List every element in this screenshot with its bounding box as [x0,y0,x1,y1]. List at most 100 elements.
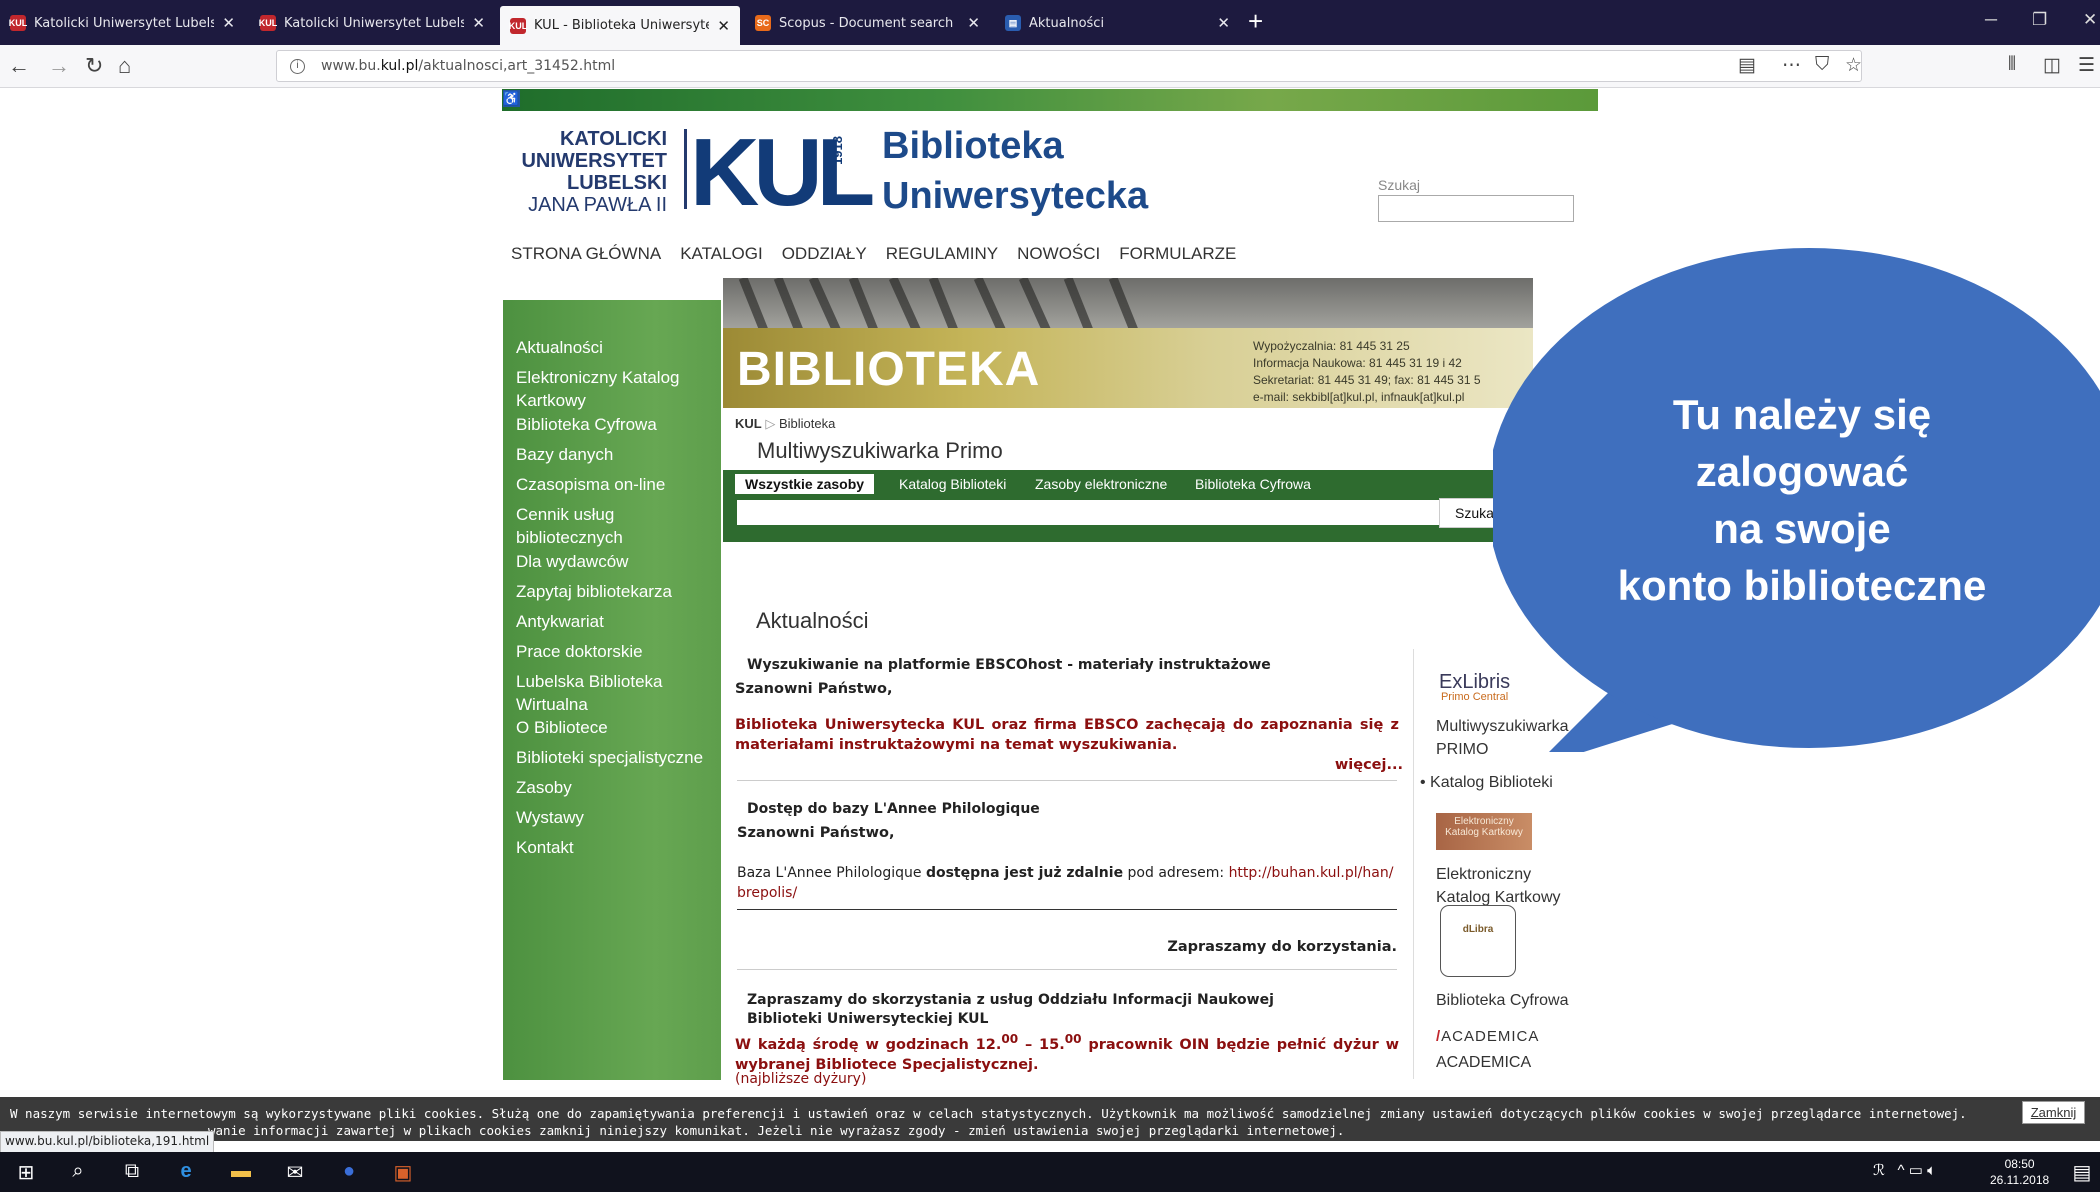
sidebar-item-card-catalog[interactable]: Elektroniczny Katalog Kartkowy [516,366,716,412]
close-tab-icon[interactable]: ✕ [472,14,485,32]
url-prefix: www.bu. [321,58,381,74]
search-label: Szukaj [1378,177,1421,193]
sidebar-item-databases[interactable]: Bazy danych [516,443,716,466]
close-tab-icon[interactable]: ✕ [967,14,980,32]
card-catalog-link[interactable]: Elektroniczny Katalog Kartkowy [1436,863,1573,909]
menu-item-news[interactable]: NOWOŚCI [1017,244,1100,264]
page-actions-icon[interactable]: ⋯ [1782,54,1801,77]
windows-start-icon[interactable]: ⊞ [14,1160,38,1184]
edge-icon[interactable]: e [174,1160,198,1184]
browser-tab[interactable]: ▤ Aktualności ✕ [995,8,1240,38]
menu-icon[interactable]: ☰ [2078,54,2095,77]
network-icon[interactable]: ▭ [1909,1162,1923,1179]
scopus-favicon-icon: SC [755,15,771,31]
search-icon[interactable]: ⌕ [66,1160,90,1184]
sidebar-item-publishers[interactable]: Dla wydawców [516,550,716,573]
reload-icon[interactable]: ↻ [85,53,103,79]
contact-info: Wypożyczalnia: 81 445 31 25 Informacja N… [1253,338,1481,406]
menu-item-forms[interactable]: FORMULARZE [1119,244,1236,264]
academica-link[interactable]: ACADEMICA [1436,1051,1531,1074]
mail-icon[interactable]: ✉ [283,1160,307,1184]
menu-item-branches[interactable]: ODDZIAŁY [782,244,867,264]
sidebar-item-pricing[interactable]: Cennik usług bibliotecznych [516,503,716,549]
primo-tab-digital[interactable]: Biblioteka Cyfrowa [1195,476,1311,492]
tray-chevron-icon[interactable]: ^ [1897,1162,1904,1179]
firefox-icon[interactable]: ● [337,1160,361,1184]
close-window-icon[interactable]: ✕ [2083,10,2097,30]
volume-icon[interactable]: 🔈︎ [1927,1162,1936,1179]
sidebar-item-specialist-libraries[interactable]: Biblioteki specjalistyczne [516,746,716,769]
windows-taskbar: ⊞ ⌕ ⧉ e ▬ ✉ ● ▣ ℛ ^ ▭ 🔈︎ 08:50 26.11.201… [0,1152,2100,1192]
home-icon[interactable]: ⌂ [118,53,131,79]
sidebar-item-journals[interactable]: Czasopisma on-line [516,473,716,496]
university-logo-text[interactable]: KATOLICKI UNIWERSYTET LUBELSKI JANA PAWŁ… [512,128,667,216]
sidebar-toggle-icon[interactable]: ◫ [2043,54,2061,77]
new-tab-icon[interactable]: + [1248,6,1263,37]
academica-logo[interactable]: /ACADEMICA [1436,1025,1539,1048]
browser-tab[interactable]: KUL Katolicki Uniwersytet Lubelski J ✕ [250,8,495,38]
sidebar-item-digital-library[interactable]: Biblioteka Cyfrowa [516,413,716,436]
taskbar-clock[interactable]: 08:50 26.11.2018 [1990,1156,2049,1188]
top-green-strip [502,89,1598,111]
breadcrumb-current[interactable]: Biblioteka [779,416,835,431]
contact-line: Wypożyczalnia: 81 445 31 25 [1253,339,1410,353]
primo-tab-all[interactable]: Wszystkie zasoby [735,474,875,494]
digital-library-link[interactable]: Biblioteka Cyfrowa [1436,989,1569,1012]
sidebar-item-news[interactable]: Aktualności [516,336,716,359]
sidebar-item-resources[interactable]: Zasoby [516,776,716,799]
breadcrumb-root[interactable]: KUL [735,416,762,431]
forward-icon[interactable]: → [48,53,70,79]
logo-divider [684,129,687,209]
sidebar-item-doctoral-theses[interactable]: Prace doktorskie [516,640,716,663]
dlibra-logo[interactable]: dLibra [1440,905,1516,977]
close-tab-icon[interactable]: ✕ [222,14,235,32]
close-tab-icon[interactable]: ✕ [717,17,730,35]
cookie-text: W naszym serwisie internetowym są wykorz… [10,1106,1967,1121]
close-tab-icon[interactable]: ✕ [1217,14,1230,32]
library-title[interactable]: Biblioteka Uniwersytecka [882,121,1148,221]
menu-item-regulations[interactable]: REGULAMINY [886,244,998,264]
news-item-title[interactable]: Zapraszamy do skorzystania z usług Oddzi… [747,991,1347,1029]
card-catalog-banner[interactable]: Elektroniczny Katalog Kartkowy [1436,813,1532,850]
powerpoint-icon[interactable]: ▣ [391,1160,415,1184]
duty-link[interactable]: (najbliższe dyżury) [735,1069,1409,1089]
file-explorer-icon[interactable]: ▬ [229,1160,253,1184]
news-item-title[interactable]: Wyszukiwanie na platformie EBSCOhost - m… [747,657,1271,673]
menu-item-catalogs[interactable]: KATALOGI [680,244,763,264]
accessibility-icon[interactable]: ♿ [503,90,520,107]
primo-tab-eresources[interactable]: Zasoby elektroniczne [1035,476,1167,492]
browser-tab-active[interactable]: KUL KUL - Biblioteka Uniwersytecka ✕ [500,6,740,45]
browser-tab[interactable]: SC Scopus - Document search ✕ [745,8,990,38]
sidebar-item-virtual-library[interactable]: Lubelska Biblioteka Wirtualna [516,670,716,716]
system-tray[interactable]: ℛ ^ ▭ 🔈︎ [1873,1161,1936,1179]
site-info-icon[interactable]: i [290,59,305,74]
sidebar-item-contact[interactable]: Kontakt [516,836,716,859]
sidebar-item-antiquarian[interactable]: Antykwariat [516,610,716,633]
news-more-link[interactable]: więcej... [1313,755,1403,775]
library-icon[interactable]: ⫴ [2008,54,2016,76]
primo-tab-catalog[interactable]: Katalog Biblioteki [899,476,1006,492]
sidebar-item-ask-librarian[interactable]: Zapytaj bibliotekarza [516,580,716,603]
pocket-icon[interactable]: ⛉ [1815,54,1829,76]
browser-tab[interactable]: KUL Katolicki Uniwersytet Lubelski J ✕ [0,8,245,38]
catalog-link[interactable]: • Katalog Biblioteki [1420,771,1553,794]
people-icon[interactable]: ℛ [1873,1162,1885,1179]
reader-view-icon[interactable]: ▤ [1738,54,1756,77]
primo-search-input[interactable] [737,500,1457,525]
browser-tab-bar: KUL Katolicki Uniwersytet Lubelski J ✕ K… [0,0,2100,45]
task-view-icon[interactable]: ⧉ [120,1160,144,1184]
sidebar-item-exhibitions[interactable]: Wystawy [516,806,716,829]
menu-item-home[interactable]: STRONA GŁÓWNA [511,244,661,264]
minimize-icon[interactable]: ─ [1985,10,1997,30]
kul-logo[interactable]: KUL [690,118,875,228]
bookmark-star-icon[interactable]: ☆ [1845,54,1862,77]
notifications-icon[interactable]: ▤ [2070,1160,2094,1184]
news-item-title[interactable]: Dostęp do bazy L'Annee Philologique [747,801,1040,817]
sidebar-item-about[interactable]: O Bibliotece [516,716,716,739]
body-text: – 15. [1018,1036,1065,1053]
restore-icon[interactable]: ❐ [2032,10,2047,30]
back-icon[interactable]: ← [8,53,30,79]
cookie-close-button[interactable]: Zamknij [2022,1101,2085,1124]
site-search-input[interactable] [1378,195,1574,222]
url-bar[interactable]: www.bu.kul.pl/aktualnosci,art_31452.html [276,50,1862,82]
